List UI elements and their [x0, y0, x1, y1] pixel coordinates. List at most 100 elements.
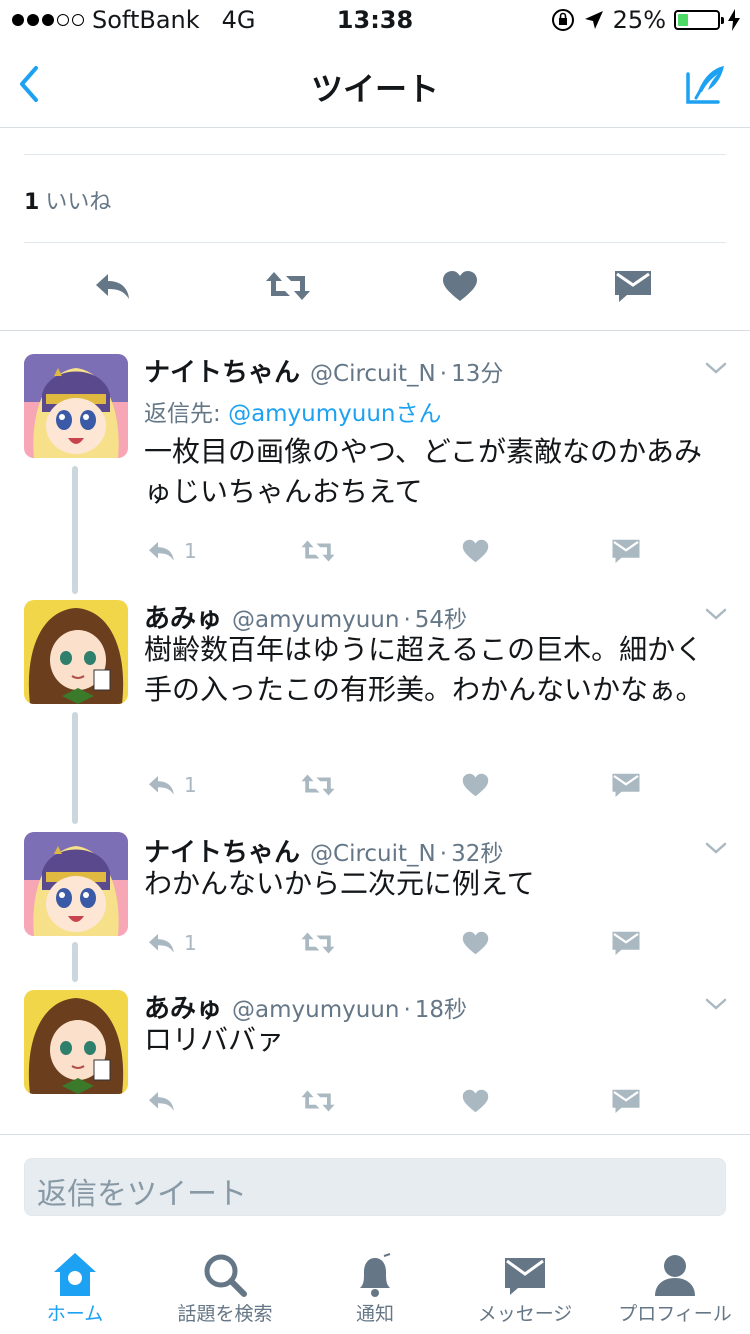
reply-count: 1	[184, 931, 197, 955]
tweet-item[interactable]: あみゅ @amyumyuun 18秒 ロリババァ	[0, 988, 750, 1118]
divider	[0, 1134, 750, 1135]
tab-label: ホーム	[46, 1303, 104, 1325]
tweet-text: ロリババァ	[144, 1023, 285, 1056]
retweet-icon	[301, 1090, 335, 1112]
dm-button[interactable]	[611, 1086, 641, 1116]
home-icon	[54, 1253, 96, 1296]
envelope-icon	[612, 1089, 640, 1113]
tab-home[interactable]: ホーム	[0, 1238, 150, 1334]
reply-icon	[149, 776, 174, 795]
tab-messages[interactable]: メッセージ	[450, 1238, 600, 1334]
main-tweet-actions	[0, 262, 750, 310]
dm-button[interactable]	[611, 928, 641, 958]
search-icon	[204, 1254, 247, 1297]
reply-to-mention[interactable]: @amyumyuunさん	[228, 401, 441, 427]
tweet-item[interactable]: ナイトちゃん @Circuit_N 13分 返信先: @amyumyuunさん …	[0, 352, 750, 594]
likes-stat[interactable]: 1 いいね	[24, 184, 111, 216]
reply-button[interactable]: 1	[146, 928, 197, 958]
avatar[interactable]	[24, 354, 128, 458]
tab-bar: ホーム 話題を検索 通知 メッセージ プロフィール	[0, 1238, 750, 1334]
like-button[interactable]	[462, 1086, 489, 1116]
tweet-actions: 1	[0, 770, 750, 800]
divider	[0, 330, 750, 331]
reply-button[interactable]: 1	[146, 770, 197, 800]
chevron-down-icon[interactable]	[704, 836, 728, 860]
reply-to-label: 返信先:	[144, 401, 229, 427]
reply-icon	[149, 934, 174, 953]
tweet-text: 一枚目の画像のやつ、どこが素敵なのかあみゅじいちゃんおちえて	[144, 435, 703, 508]
like-button[interactable]	[462, 770, 489, 800]
tweet-timestamp: 32秒	[436, 834, 503, 868]
tab-profile[interactable]: プロフィール	[600, 1238, 750, 1334]
reply-input[interactable]: 返信をツイート	[24, 1158, 726, 1216]
envelope-icon	[615, 271, 651, 302]
likes-label: いいね	[45, 190, 112, 215]
retweet-button[interactable]	[300, 928, 336, 958]
retweet-button[interactable]	[300, 770, 336, 800]
envelope-icon	[612, 773, 640, 797]
tweet-author-name[interactable]: ナイトちゃん	[144, 352, 300, 389]
tweet-actions	[0, 1086, 750, 1116]
envelope-icon	[612, 539, 640, 563]
tab-notifications[interactable]: 通知	[300, 1238, 450, 1334]
retweet-button[interactable]	[300, 1086, 336, 1116]
charging-bolt-icon	[728, 9, 740, 31]
heart-icon	[443, 271, 477, 301]
heart-icon	[462, 1089, 489, 1113]
avatar[interactable]	[24, 832, 128, 936]
avatar[interactable]	[24, 600, 128, 704]
divider	[24, 242, 726, 243]
location-arrow-icon	[584, 11, 603, 29]
retweet-button[interactable]	[300, 536, 336, 566]
divider	[24, 154, 726, 155]
tweet-text: わかんないから二次元に例えて	[144, 867, 535, 900]
rotation-lock-icon	[551, 9, 574, 31]
tweet-timestamp: 54秒	[399, 600, 467, 634]
tab-label: メッセージ	[477, 1303, 573, 1325]
dm-button[interactable]	[611, 536, 641, 566]
bell-icon	[360, 1253, 391, 1297]
chevron-down-icon[interactable]	[704, 602, 728, 626]
battery-percent: 25%	[612, 6, 666, 34]
tweet-header: ナイトちゃん @Circuit_N 13分	[144, 352, 503, 389]
status-bar: SoftBank 4G 13:38 25%	[0, 0, 750, 40]
reply-count: 1	[184, 773, 197, 797]
tweet-item[interactable]: あみゅ @amyumyuun 54秒 樹齢数百年はゆうに超えるこの巨木。細かく手…	[0, 598, 750, 824]
like-button[interactable]	[462, 536, 489, 566]
tweet-text: 樹齢数百年はゆうに超えるこの巨木。細かく手の入ったこの有形美。わかんないかなぁ。	[144, 633, 704, 706]
like-button[interactable]	[462, 928, 489, 958]
avatar[interactable]	[24, 990, 128, 1094]
tab-label: 話題を検索	[177, 1303, 273, 1325]
dm-button[interactable]	[611, 770, 641, 800]
retweet-icon	[266, 272, 310, 300]
thread-connector	[72, 466, 78, 594]
tweet-actions: 1	[0, 928, 750, 958]
tab-label: プロフィール	[618, 1303, 732, 1325]
tweet-author-handle[interactable]: @Circuit_N	[310, 361, 436, 387]
thread-connector	[72, 712, 78, 824]
reply-icon	[149, 542, 174, 561]
main-dm-button[interactable]	[613, 262, 653, 310]
reply-count: 1	[184, 539, 197, 563]
battery-icon	[674, 10, 724, 30]
main-retweet-button[interactable]	[264, 262, 312, 310]
battery-level	[678, 14, 688, 26]
compose-tweet-icon[interactable]	[684, 62, 728, 106]
reply-button[interactable]: 1	[146, 536, 197, 566]
likes-count: 1	[24, 190, 40, 215]
chevron-down-icon[interactable]	[704, 992, 728, 1016]
retweet-icon	[301, 540, 335, 562]
chevron-down-icon[interactable]	[704, 356, 728, 380]
reply-button[interactable]	[146, 1086, 184, 1116]
heart-icon	[462, 539, 489, 563]
retweet-icon	[301, 932, 335, 954]
page-title: ツイート	[310, 70, 439, 108]
tab-search[interactable]: 話題を検索	[150, 1238, 300, 1334]
main-like-button[interactable]	[440, 262, 480, 310]
tweet-timestamp: 13分	[436, 354, 503, 388]
main-reply-button[interactable]	[92, 262, 132, 310]
tweet-timestamp: 18秒	[399, 990, 467, 1024]
tweet-item[interactable]: ナイトちゃん @Circuit_N 32秒 わかんないから二次元に例えて 1	[0, 832, 750, 982]
profile-icon	[655, 1255, 695, 1296]
navigation-bar: ツイート	[0, 40, 750, 128]
